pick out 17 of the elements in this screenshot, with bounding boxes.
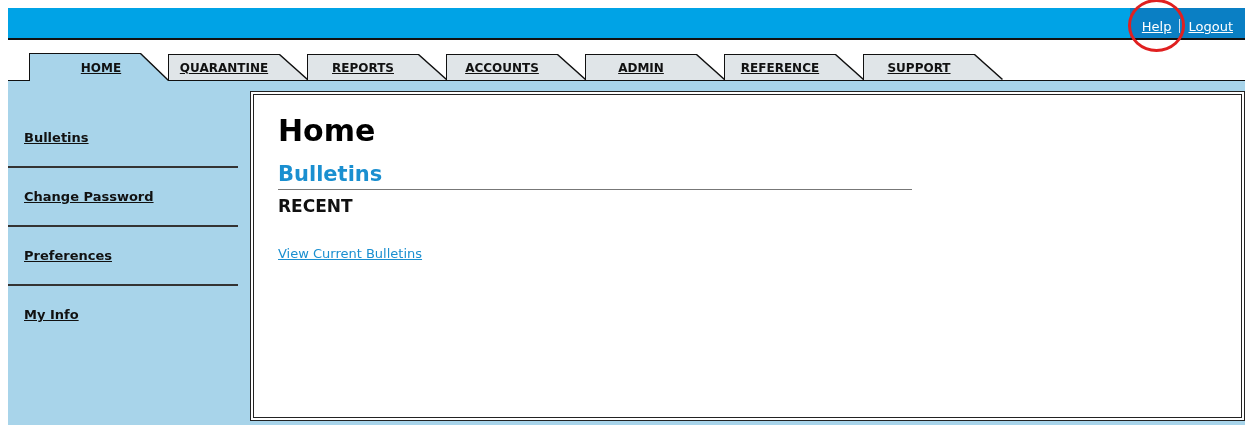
nav-tab[interactable]: REFERENCE	[725, 55, 863, 80]
bulletins-link[interactable]: View Current Bulletins	[278, 246, 423, 261]
nav-tab[interactable]: REPORTS	[308, 55, 446, 80]
page-title: Home	[278, 113, 377, 148]
sidebar-link[interactable]: Preferences	[24, 248, 112, 263]
sidebar-link[interactable]: Bulletins	[24, 130, 89, 145]
nav-tab[interactable]: QUARANTINE	[169, 55, 307, 80]
nav-tab[interactable]: SUPPORT	[864, 55, 1002, 80]
sidebar-link[interactable]: Change Password	[24, 189, 154, 204]
nav-tab[interactable]: ACCOUNTS	[447, 55, 585, 80]
header-link[interactable]: Logout	[1188, 19, 1233, 34]
nav-tab[interactable]: HOME	[30, 54, 168, 81]
header-link[interactable]: Help	[1141, 19, 1172, 34]
section-heading: Bulletins	[278, 162, 912, 190]
nav-tab[interactable]: ADMIN	[586, 55, 724, 80]
sidebar-link[interactable]: My Info	[24, 307, 79, 322]
subheading: RECENT	[278, 196, 354, 216]
